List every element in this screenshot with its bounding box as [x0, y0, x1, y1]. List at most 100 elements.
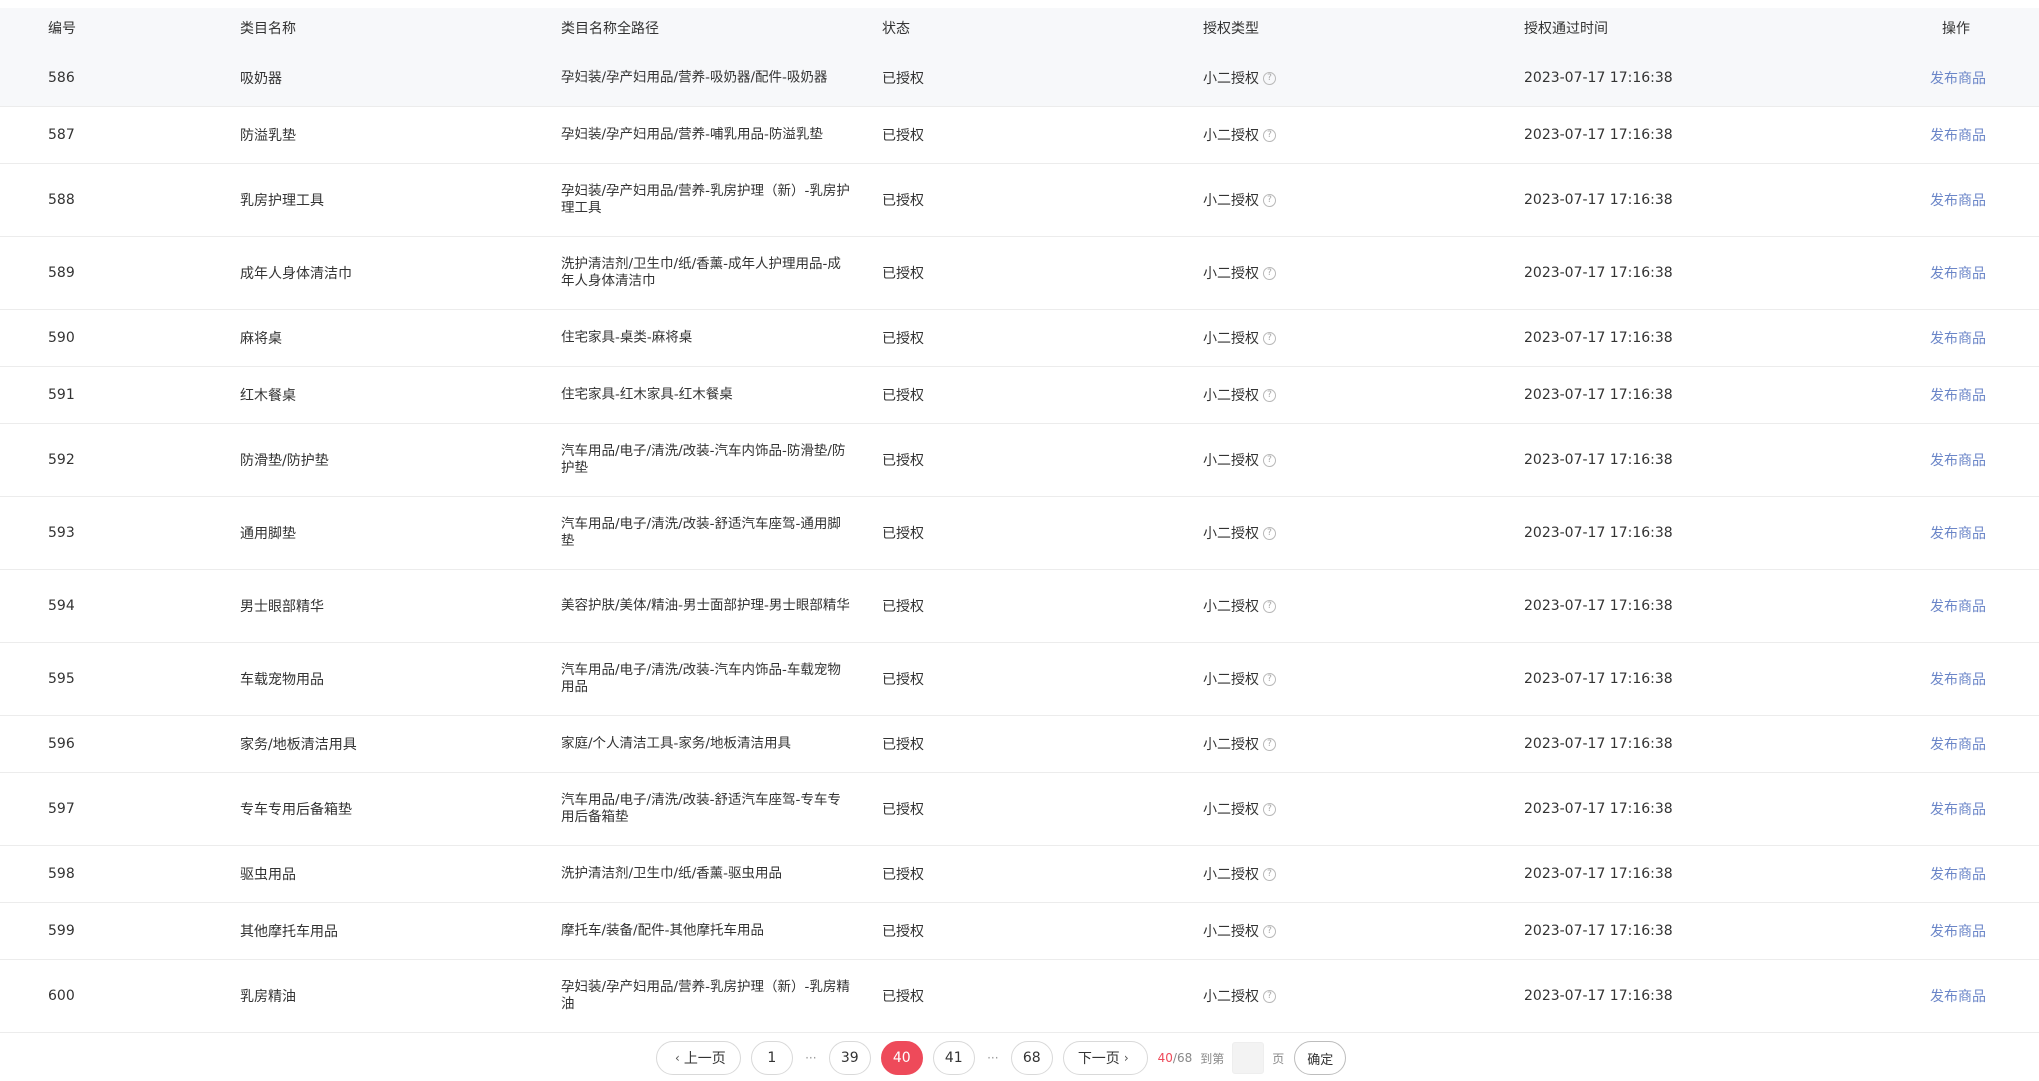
cell-path: 汽车用品/电子/清洗/改装-汽车内饰品-车载宠物用品: [561, 662, 841, 695]
table-row: 596 家务/地板清洁用具 家庭/个人清洁工具-家务/地板清洁用具 已授权 小二授权? 2…: [0, 716, 2039, 773]
cell-auth-time: 2023-07-17 17:16:38: [1524, 330, 1673, 346]
question-circle-icon[interactable]: ?: [1263, 266, 1276, 280]
chevron-left-icon: ‹: [675, 1051, 680, 1065]
page-button-41[interactable]: 41: [932, 1041, 975, 1075]
cell-status: 已授权: [882, 71, 924, 87]
publish-product-link[interactable]: 发布商品: [1930, 864, 1986, 884]
question-circle-icon[interactable]: ?: [1263, 388, 1276, 402]
auth-type-label: 小二授权: [1203, 802, 1259, 818]
page-button-first[interactable]: 1: [750, 1041, 793, 1075]
question-circle-icon[interactable]: ?: [1263, 924, 1276, 938]
question-circle-icon[interactable]: ?: [1263, 128, 1276, 142]
cell-id: 591: [48, 387, 75, 403]
prev-page-button[interactable]: ‹ 上一页: [656, 1041, 741, 1075]
cell-auth-type: 小二授权?: [1203, 263, 1276, 283]
cell-auth-time: 2023-07-17 17:16:38: [1524, 598, 1673, 614]
publish-product-link[interactable]: 发布商品: [1930, 450, 1986, 470]
publish-product-link[interactable]: 发布商品: [1930, 921, 1986, 941]
cell-id: 597: [48, 801, 75, 817]
auth-type-label: 小二授权: [1203, 989, 1259, 1005]
publish-product-link[interactable]: 发布商品: [1930, 734, 1986, 754]
cell-auth-time: 2023-07-17 17:16:38: [1524, 452, 1673, 468]
cell-status: 已授权: [882, 193, 924, 209]
page-button-39[interactable]: 39: [828, 1041, 871, 1075]
cell-id: 586: [48, 70, 75, 86]
cell-auth-time: 2023-07-17 17:16:38: [1524, 70, 1673, 86]
cell-name: 通用脚垫: [240, 526, 296, 542]
table-body: 586 吸奶器 孕妇装/孕产妇用品/营养-吸奶器/配件-吸奶器 已授权 小二授权? 202…: [0, 50, 2039, 1033]
table-row: 587 防溢乳垫 孕妇装/孕产妇用品/营养-哺乳用品-防溢乳垫 已授权 小二授权? 202…: [0, 107, 2039, 164]
table-row: 591 红木餐桌 住宅家具-红木家具-红木餐桌 已授权 小二授权? 2023-07-17 …: [0, 367, 2039, 424]
confirm-button[interactable]: 确定: [1294, 1041, 1347, 1075]
page-info: 40/68 到第 页: [1158, 1042, 1284, 1074]
question-circle-icon[interactable]: ?: [1263, 867, 1276, 881]
cell-name: 驱虫用品: [240, 867, 296, 883]
question-circle-icon[interactable]: ?: [1263, 802, 1276, 816]
cell-auth-time: 2023-07-17 17:16:38: [1524, 923, 1673, 939]
auth-type-label: 小二授权: [1203, 388, 1259, 404]
cell-status: 已授权: [882, 924, 924, 940]
publish-product-link[interactable]: 发布商品: [1930, 190, 1986, 210]
header-name: 类目名称: [240, 21, 296, 37]
auth-type-label: 小二授权: [1203, 672, 1259, 688]
cell-status: 已授权: [882, 737, 924, 753]
page-count: 40/68: [1158, 1051, 1193, 1065]
publish-product-link[interactable]: 发布商品: [1930, 669, 1986, 689]
cell-name: 车载宠物用品: [240, 672, 324, 688]
cell-path: 洗护清洁剂/卫生巾/纸/香薰-成年人护理用品-成年人身体清洁巾: [561, 256, 841, 289]
cell-name: 防滑垫/防护垫: [240, 453, 329, 469]
question-circle-icon[interactable]: ?: [1263, 989, 1276, 1003]
prev-page-label: 上一页: [683, 1051, 726, 1067]
cell-path: 美容护肤/美体/精油-男士面部护理-男士眼部精华: [561, 597, 850, 614]
auth-type-label: 小二授权: [1203, 71, 1259, 87]
cell-id: 598: [48, 866, 75, 882]
auth-type-label: 小二授权: [1203, 737, 1259, 753]
header-path: 类目名称全路径: [561, 21, 659, 37]
cell-auth-type: 小二授权?: [1203, 450, 1276, 470]
question-circle-icon[interactable]: ?: [1263, 737, 1276, 751]
question-circle-icon[interactable]: ?: [1263, 331, 1276, 345]
table-row: 586 吸奶器 孕妇装/孕产妇用品/营养-吸奶器/配件-吸奶器 已授权 小二授权? 202…: [0, 50, 2039, 107]
cell-id: 595: [48, 671, 75, 687]
cell-auth-type: 小二授权?: [1203, 596, 1276, 616]
table-row: 599 其他摩托车用品 摩托车/装备/配件-其他摩托车用品 已授权 小二授权? 2023-…: [0, 903, 2039, 960]
publish-product-link[interactable]: 发布商品: [1930, 328, 1986, 348]
cell-path: 住宅家具-红木家具-红木餐桌: [561, 386, 733, 403]
question-circle-icon[interactable]: ?: [1263, 71, 1276, 85]
question-circle-icon[interactable]: ?: [1263, 193, 1276, 207]
question-circle-icon[interactable]: ?: [1263, 453, 1276, 467]
question-circle-icon[interactable]: ?: [1263, 672, 1276, 686]
cell-auth-type: 小二授权?: [1203, 864, 1276, 884]
publish-product-link[interactable]: 发布商品: [1930, 799, 1986, 819]
cell-auth-type: 小二授权?: [1203, 799, 1276, 819]
cell-auth-time: 2023-07-17 17:16:38: [1524, 265, 1673, 281]
cell-status: 已授权: [882, 128, 924, 144]
cell-auth-time: 2023-07-17 17:16:38: [1524, 988, 1673, 1004]
publish-product-link[interactable]: 发布商品: [1930, 986, 1986, 1006]
question-circle-icon[interactable]: ?: [1263, 599, 1276, 613]
cell-path: 汽车用品/电子/清洗/改装-舒适汽车座驾-专车专用后备箱垫: [561, 792, 841, 825]
publish-product-link[interactable]: 发布商品: [1930, 596, 1986, 616]
publish-product-link[interactable]: 发布商品: [1930, 263, 1986, 283]
publish-product-link[interactable]: 发布商品: [1930, 125, 1986, 145]
cell-auth-type: 小二授权?: [1203, 921, 1276, 941]
auth-type-label: 小二授权: [1203, 599, 1259, 615]
page-button-last[interactable]: 68: [1010, 1041, 1053, 1075]
cell-name: 吸奶器: [240, 71, 282, 87]
cell-status: 已授权: [882, 526, 924, 542]
cell-path: 摩托车/装备/配件-其他摩托车用品: [561, 922, 764, 939]
pagination: ‹ 上一页 1 ··· 39 40 41 ··· 68 下一页 › 40/68 …: [656, 1040, 1347, 1076]
table-row: 589 成年人身体清洁巾 洗护清洁剂/卫生巾/纸/香薰-成年人护理用品-成年人身体清…: [0, 237, 2039, 310]
publish-product-link[interactable]: 发布商品: [1930, 68, 1986, 88]
goto-page-input[interactable]: [1232, 1042, 1265, 1074]
page-button-current[interactable]: 40: [880, 1041, 923, 1075]
cell-path: 洗护清洁剂/卫生巾/纸/香薰-驱虫用品: [561, 865, 783, 882]
publish-product-link[interactable]: 发布商品: [1930, 385, 1986, 405]
publish-product-link[interactable]: 发布商品: [1930, 523, 1986, 543]
question-circle-icon[interactable]: ?: [1263, 526, 1276, 540]
cell-id: 589: [48, 265, 75, 281]
cell-auth-type: 小二授权?: [1203, 986, 1276, 1006]
cell-status: 已授权: [882, 266, 924, 282]
next-page-button[interactable]: 下一页 ›: [1062, 1041, 1148, 1075]
cell-name: 专车专用后备箱垫: [240, 802, 352, 818]
